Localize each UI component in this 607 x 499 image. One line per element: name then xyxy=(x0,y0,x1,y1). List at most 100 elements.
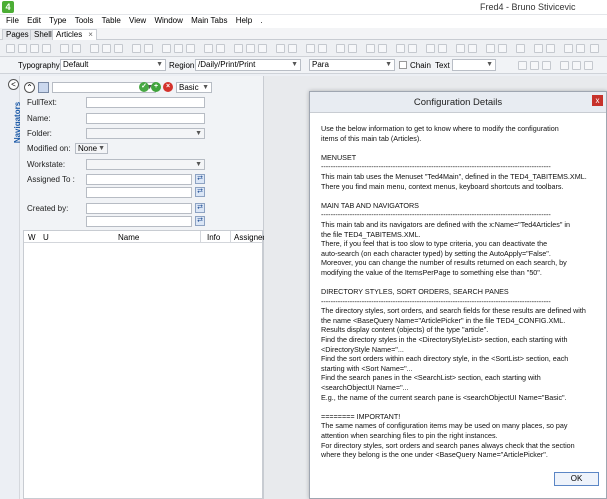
menu-table[interactable]: Table xyxy=(102,15,121,27)
menu-edit[interactable]: Edit xyxy=(27,15,41,27)
add-icon[interactable]: + xyxy=(151,82,161,92)
more-icon[interactable] xyxy=(590,44,599,53)
search-pane-icon[interactable] xyxy=(38,82,49,93)
text-select[interactable]: ▼ xyxy=(452,59,496,71)
zoom-icon[interactable] xyxy=(276,44,285,53)
replace-icon[interactable] xyxy=(144,44,153,53)
typography-select[interactable]: Default ▼ xyxy=(60,59,166,71)
clear-icon[interactable] xyxy=(468,44,477,53)
menu-type[interactable]: Type xyxy=(49,15,66,27)
back-icon[interactable]: < xyxy=(8,79,19,90)
title-bar: 4 Fred4 - Bruno Stivicevic xyxy=(0,0,607,15)
apply-icon[interactable]: ✓ xyxy=(139,82,149,92)
compare-icon[interactable] xyxy=(378,44,387,53)
menu-tools[interactable]: Tools xyxy=(75,15,94,27)
column-u[interactable]: U xyxy=(43,233,49,242)
column-name[interactable]: Name xyxy=(118,233,139,242)
unlock-icon[interactable] xyxy=(318,44,327,53)
modified-select[interactable]: None ▼ xyxy=(75,143,108,154)
para-select[interactable]: Para ▼ xyxy=(309,59,395,71)
tab-pages[interactable]: Pages xyxy=(2,29,33,40)
menu-extra[interactable]: . xyxy=(260,15,262,27)
paste-icon[interactable] xyxy=(114,44,123,53)
close-icon[interactable]: x xyxy=(592,95,603,106)
menu-file[interactable]: File xyxy=(6,15,19,27)
help-icon[interactable] xyxy=(408,44,417,53)
created-input-2[interactable] xyxy=(86,216,192,227)
table-icon[interactable] xyxy=(174,44,183,53)
export-icon[interactable] xyxy=(336,44,345,53)
open-icon[interactable] xyxy=(18,44,27,53)
image-icon[interactable] xyxy=(186,44,195,53)
assigned-input-2[interactable] xyxy=(86,187,192,198)
underline-icon[interactable] xyxy=(584,61,593,70)
skype-icon[interactable] xyxy=(516,44,525,53)
italic-icon[interactable] xyxy=(572,61,581,70)
bold-icon[interactable] xyxy=(560,61,569,70)
menu-main-tabs[interactable]: Main Tabs xyxy=(191,15,227,27)
user-picker-icon[interactable]: ⇄ xyxy=(195,216,205,226)
grid-icon[interactable] xyxy=(546,44,555,53)
note-icon[interactable] xyxy=(216,44,225,53)
dialog-title-bar[interactable]: Configuration Details x xyxy=(310,92,606,113)
menu-view[interactable]: View xyxy=(129,15,146,27)
settings-icon[interactable] xyxy=(396,44,405,53)
align-left-icon[interactable] xyxy=(518,61,527,70)
send-icon[interactable] xyxy=(438,44,447,53)
column-divider[interactable] xyxy=(200,231,201,243)
column-info[interactable]: Info xyxy=(207,233,220,242)
track-icon[interactable] xyxy=(234,44,243,53)
panel-icon[interactable] xyxy=(564,44,573,53)
redo-icon[interactable] xyxy=(72,44,81,53)
reject-icon[interactable] xyxy=(258,44,267,53)
format-bar: Typography Default ▼ Region /Daily/Print/… xyxy=(0,57,607,74)
spell-icon[interactable] xyxy=(162,44,171,53)
tab-articles[interactable]: Articles × xyxy=(52,29,97,40)
align-right-icon[interactable] xyxy=(542,61,551,70)
close-icon[interactable]: × xyxy=(88,30,93,39)
list-icon[interactable] xyxy=(534,44,543,53)
name-input[interactable] xyxy=(86,113,205,124)
lock-icon[interactable] xyxy=(306,44,315,53)
sync-icon[interactable] xyxy=(498,44,507,53)
results-table[interactable]: W U Name Info Assigned xyxy=(23,230,267,499)
ok-button[interactable]: OK xyxy=(554,472,599,486)
cut-icon[interactable] xyxy=(90,44,99,53)
undo-icon[interactable] xyxy=(60,44,69,53)
workstate-select[interactable]: ▼ xyxy=(86,159,205,170)
save-icon[interactable] xyxy=(30,44,39,53)
preview-icon[interactable] xyxy=(288,44,297,53)
search-mode-select[interactable]: Basic ▼ xyxy=(176,82,212,93)
assigned-input[interactable] xyxy=(86,174,192,185)
refresh-icon[interactable] xyxy=(486,44,495,53)
folder-select[interactable]: ▼ xyxy=(86,128,205,139)
link-icon[interactable] xyxy=(204,44,213,53)
user-picker-icon[interactable]: ⇄ xyxy=(195,174,205,184)
block-icon[interactable] xyxy=(456,44,465,53)
column-divider[interactable] xyxy=(230,231,231,243)
find-icon[interactable] xyxy=(132,44,141,53)
remove-icon[interactable]: × xyxy=(163,82,173,92)
column-assigned[interactable]: Assigned xyxy=(234,233,267,242)
print-icon[interactable] xyxy=(42,44,51,53)
copy-icon[interactable] xyxy=(102,44,111,53)
user-picker-icon[interactable]: ⇄ xyxy=(195,187,205,197)
region-select[interactable]: /Daily/Print/Print ▼ xyxy=(195,59,301,71)
new-icon[interactable] xyxy=(6,44,15,53)
user-picker-icon[interactable]: ⇄ xyxy=(195,203,205,213)
history-icon[interactable] xyxy=(366,44,375,53)
accept-icon[interactable] xyxy=(246,44,255,53)
chevron-up-icon[interactable]: ⌃ xyxy=(24,82,35,93)
menu-help[interactable]: Help xyxy=(236,15,252,27)
menu-window[interactable]: Window xyxy=(154,15,182,27)
created-input[interactable] xyxy=(86,203,192,214)
import-icon[interactable] xyxy=(348,44,357,53)
fulltext-input[interactable] xyxy=(86,97,205,108)
dialog-text-line: where they belong is the one under <Base… xyxy=(321,450,548,460)
column-w[interactable]: W xyxy=(28,233,36,242)
layout-icon[interactable] xyxy=(576,44,585,53)
chain-checkbox[interactable] xyxy=(399,61,407,69)
mail-icon[interactable] xyxy=(426,44,435,53)
align-center-icon[interactable] xyxy=(530,61,539,70)
dialog-body: Use the below information to get to know… xyxy=(321,124,601,460)
